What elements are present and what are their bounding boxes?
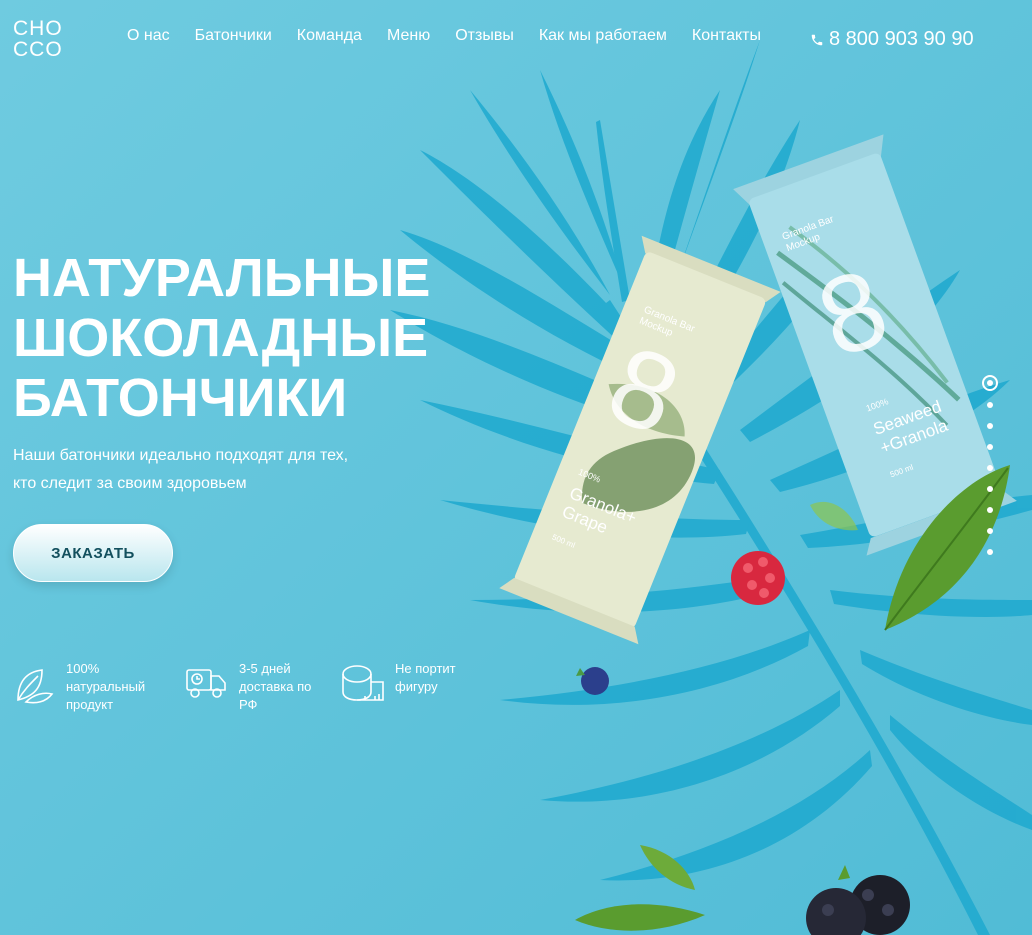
feature-delivery-line-1: 3-5 дней — [239, 661, 291, 676]
slider-dot-1[interactable] — [982, 375, 998, 391]
feature-natural-line-3: продукт — [66, 697, 114, 712]
slider-dot-5[interactable] — [987, 465, 993, 471]
feature-natural: 100% натуральный продукт — [12, 660, 161, 714]
feature-figure: Не портит фигуру — [341, 660, 490, 704]
hero-title-line-2: ШОКОЛАДНЫЕ — [13, 308, 429, 368]
nav-link-bars[interactable]: Батончики — [195, 27, 272, 45]
feature-delivery-line-3: РФ — [239, 697, 258, 712]
nav-link-how-we-work[interactable]: Как мы работаем — [539, 27, 667, 45]
slider-dot-3[interactable] — [987, 423, 993, 429]
phone-number: 8 800 903 90 90 — [829, 28, 974, 50]
feature-figure-line-2: фигуру — [395, 679, 438, 694]
leaf-icon — [17, 669, 54, 704]
nav-link-reviews[interactable]: Отзывы — [455, 27, 514, 45]
feature-figure-line-1: Не портит — [395, 661, 456, 676]
phone-icon — [811, 34, 823, 45]
hero-title: НАТУРАЛЬНЫЕ ШОКОЛАДНЫЕ БАТОНЧИКИ — [13, 248, 453, 428]
order-button[interactable]: ЗАКАЗАТЬ — [13, 524, 173, 582]
hero-title-line-3: БАТОНЧИКИ — [13, 368, 348, 428]
measuring-tape-icon — [342, 665, 384, 701]
main-nav: О нас Батончики Команда Меню Отзывы Как … — [127, 27, 786, 45]
nav-link-contacts[interactable]: Контакты — [692, 27, 761, 45]
slider-pagination — [980, 375, 1000, 570]
delivery-truck-icon — [186, 669, 226, 698]
nav-link-about[interactable]: О нас — [127, 27, 170, 45]
nav-link-menu[interactable]: Меню — [387, 27, 430, 45]
hero-title-line-1: НАТУРАЛЬНЫЕ — [13, 248, 431, 308]
raspberry-image — [731, 551, 785, 605]
feature-natural-line-1: 100% — [66, 661, 100, 676]
logo-line-2: CCO — [13, 38, 63, 61]
feature-natural-line-2: натуральный — [66, 679, 146, 694]
feature-delivery: 3-5 дней доставка по РФ — [183, 660, 334, 714]
site-logo[interactable]: CHO CCO — [13, 18, 73, 60]
slider-dot-2[interactable] — [987, 402, 993, 408]
slider-dot-9[interactable] — [987, 549, 993, 555]
slider-dot-6[interactable] — [987, 486, 993, 492]
hero-subtitle-line-2: кто следит за своим здоровьем — [13, 475, 247, 492]
hero-subtitle: Наши батончики идеально подходят для тех… — [13, 442, 413, 498]
feature-delivery-line-2: доставка по — [239, 679, 312, 694]
hero-subtitle-line-1: Наши батончики идеально подходят для тех… — [13, 447, 349, 464]
nav-link-team[interactable]: Команда — [297, 27, 362, 45]
phone-link[interactable]: 8 800 903 90 90 — [810, 28, 974, 51]
slider-dot-7[interactable] — [987, 507, 993, 513]
logo-line-1: CHO — [13, 17, 63, 40]
slider-dot-8[interactable] — [987, 528, 993, 534]
slider-dot-4[interactable] — [987, 444, 993, 450]
